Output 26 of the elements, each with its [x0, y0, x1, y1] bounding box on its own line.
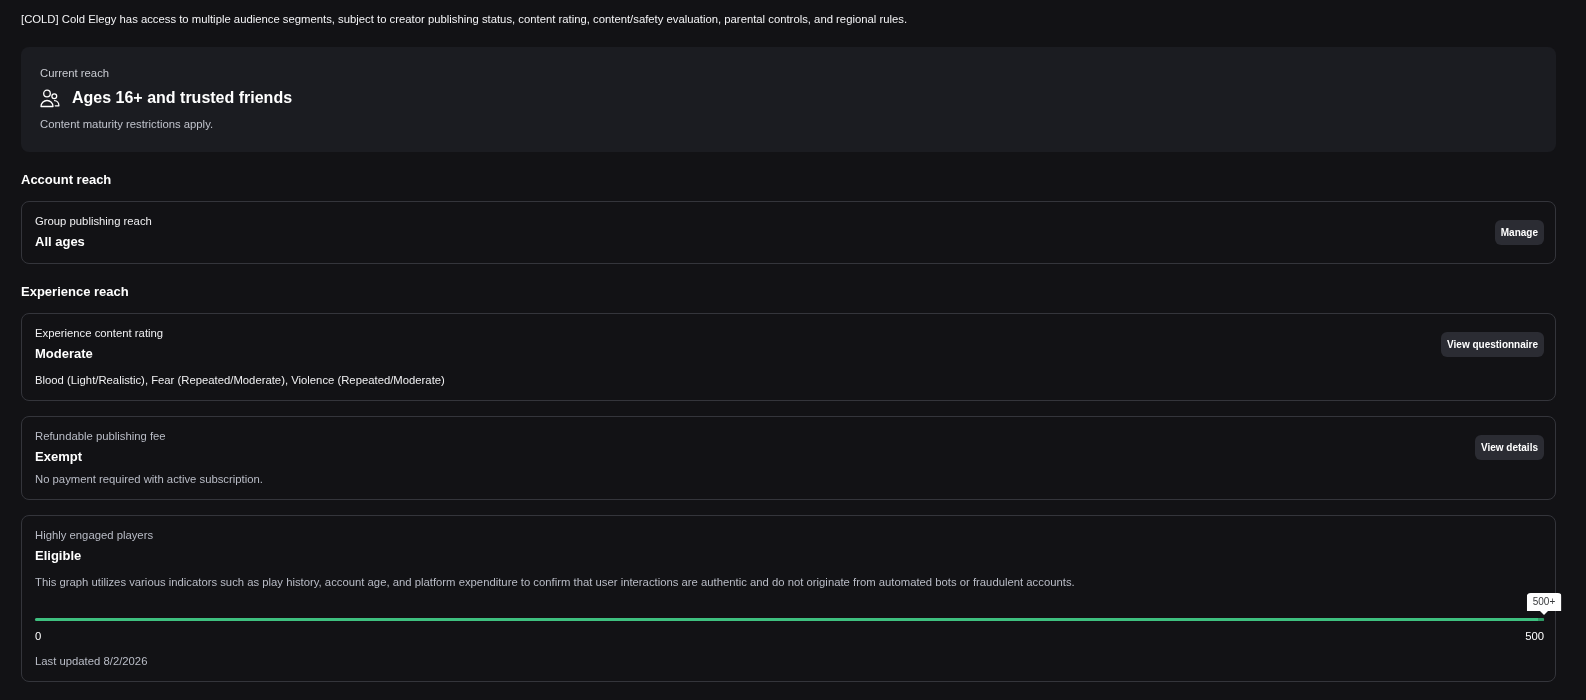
card-description: Blood (Light/Realistic), Fear (Repeated/Moderate), Violence (Repeated/Moderate): [35, 373, 445, 387]
last-updated-text: Last updated 8/2/2026: [35, 654, 149, 668]
card-value: Moderate: [35, 346, 94, 362]
card-description: This graph utilizes various indicators such as play history, account age, and platform expenditure to confirm that user interactions are authentic and do not originate from automated bots or fraudulent accounts.: [35, 575, 1075, 589]
reach-note: Content maturity restrictions apply.: [40, 117, 215, 131]
section-heading: Experience reach: [21, 284, 130, 300]
scale-max-label: 500: [1525, 629, 1544, 643]
card-label: Highly engaged players: [35, 528, 155, 542]
action-button[interactable]: View questionnaire: [1441, 332, 1544, 357]
card-label: Group publishing reach: [35, 214, 152, 228]
card-description: No payment required with active subscription.: [35, 472, 263, 486]
people-icon: [40, 88, 60, 108]
scale-min-label: 0: [35, 629, 42, 643]
section-heading: Account reach: [21, 172, 113, 188]
panel-label: Current reach: [40, 66, 111, 80]
reach-title: Ages 16+ and trusted friends: [72, 88, 293, 108]
action-button[interactable]: View details: [1474, 435, 1544, 460]
card-label: Experience content rating: [35, 326, 165, 340]
card-value: Eligible: [35, 548, 83, 564]
card-label: Refundable publishing fee: [35, 429, 167, 443]
card-value: Exempt: [35, 449, 83, 465]
notice-text: [COLD] Cold Elegy has access to multiple audience segments, subject to creator publishing status, content rating, content/safety evaluation, parental controls, and regional rules.: [21, 12, 909, 26]
action-button[interactable]: Manage: [1494, 220, 1544, 245]
card-value: All ages: [35, 234, 86, 250]
slider-thumb[interactable]: [1538, 618, 1544, 621]
value-tooltip: 500+: [1526, 593, 1562, 615]
